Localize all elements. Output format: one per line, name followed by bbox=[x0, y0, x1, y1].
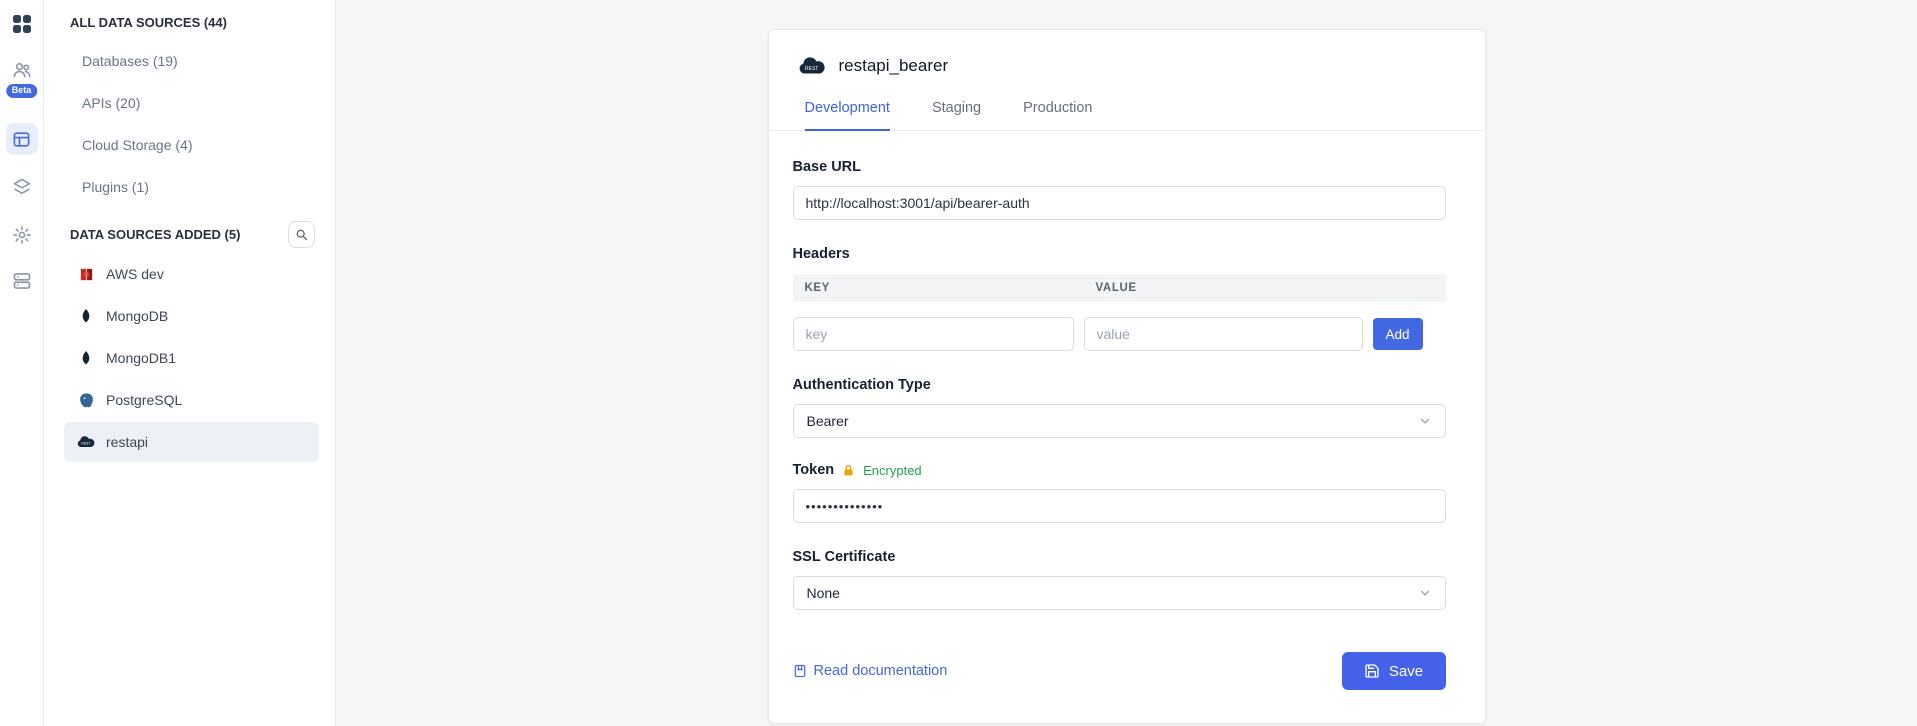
base-url-input[interactable] bbox=[793, 186, 1446, 220]
aws-icon bbox=[76, 266, 96, 283]
datasource-sidebar: ALL DATA SOURCES (44) Databases (19) API… bbox=[44, 0, 336, 726]
lock-icon bbox=[842, 464, 855, 477]
header-key-input[interactable] bbox=[793, 317, 1074, 351]
server-icon[interactable] bbox=[12, 271, 32, 291]
read-documentation-link[interactable]: Read documentation bbox=[793, 663, 948, 679]
form-footer: Read documentation Save bbox=[793, 652, 1446, 690]
ssl-certificate-select[interactable]: None bbox=[793, 576, 1446, 610]
encrypted-badge: Encrypted bbox=[863, 463, 922, 478]
datasource-label: AWS dev bbox=[106, 266, 164, 282]
search-icon bbox=[295, 228, 308, 241]
value-column-header: VALUE bbox=[1084, 282, 1137, 294]
save-label: Save bbox=[1389, 663, 1423, 680]
datasource-label: MongoDB1 bbox=[106, 350, 176, 366]
save-icon bbox=[1364, 663, 1380, 679]
sidebar-item-mongodb[interactable]: MongoDB bbox=[64, 296, 319, 336]
all-data-sources-title: ALL DATA SOURCES (44) bbox=[70, 15, 227, 30]
header-input-row: Add bbox=[793, 317, 1446, 351]
add-header-button[interactable]: Add bbox=[1373, 318, 1423, 350]
tab-staging[interactable]: Staging bbox=[932, 100, 981, 131]
postgresql-icon bbox=[76, 392, 96, 409]
chevron-down-icon bbox=[1418, 414, 1432, 428]
beta-badge: Beta bbox=[6, 84, 38, 98]
save-button[interactable]: Save bbox=[1342, 652, 1446, 690]
data-sources-added-header: DATA SOURCES ADDED (5) bbox=[44, 214, 335, 252]
auth-type-select[interactable]: Bearer bbox=[793, 404, 1446, 438]
sidebar-item-apis[interactable]: APIs (20) bbox=[44, 82, 335, 124]
apps-grid-icon[interactable] bbox=[12, 14, 32, 34]
sidebar-item-postgresql[interactable]: PostgreSQL bbox=[64, 380, 319, 420]
headers-label: Headers bbox=[793, 246, 1446, 262]
sidebar-item-cloud-storage[interactable]: Cloud Storage (4) bbox=[44, 124, 335, 166]
base-url-label: Base URL bbox=[793, 159, 1446, 175]
auth-type-value: Bearer bbox=[807, 413, 849, 429]
data-sources-nav-icon[interactable] bbox=[6, 123, 38, 155]
main-content: REST restapi_bearer Development Staging … bbox=[336, 0, 1917, 726]
restapi-icon: REST bbox=[797, 56, 827, 76]
gear-icon[interactable] bbox=[12, 225, 32, 245]
sidebar-item-databases[interactable]: Databases (19) bbox=[44, 40, 335, 82]
sidebar-item-restapi[interactable]: REST restapi bbox=[64, 422, 319, 462]
svg-text:REST: REST bbox=[81, 442, 90, 446]
restapi-icon: REST bbox=[76, 435, 96, 449]
token-input[interactable] bbox=[793, 489, 1446, 523]
datasource-label: restapi bbox=[106, 434, 148, 450]
datasource-label: MongoDB bbox=[106, 308, 168, 324]
layers-icon[interactable] bbox=[12, 177, 32, 197]
document-icon bbox=[793, 663, 807, 679]
card-header: REST restapi_bearer bbox=[769, 30, 1485, 76]
icon-rail: Beta bbox=[0, 0, 44, 726]
read-documentation-label: Read documentation bbox=[814, 663, 948, 679]
datasource-label: PostgreSQL bbox=[106, 392, 182, 408]
all-data-sources-header: ALL DATA SOURCES (44) bbox=[44, 2, 335, 40]
headers-table-head: KEY VALUE bbox=[793, 274, 1446, 302]
token-label-row: Token Encrypted bbox=[793, 462, 1446, 478]
search-button[interactable] bbox=[288, 221, 315, 248]
auth-type-label: Authentication Type bbox=[793, 377, 1446, 393]
ssl-value: None bbox=[807, 585, 840, 601]
header-value-input[interactable] bbox=[1084, 317, 1363, 351]
sidebar-item-mongodb1[interactable]: MongoDB1 bbox=[64, 338, 319, 378]
key-column-header: KEY bbox=[793, 282, 1084, 294]
page-title: restapi_bearer bbox=[839, 56, 949, 76]
data-sources-added-title: DATA SOURCES ADDED (5) bbox=[70, 227, 240, 242]
environment-tabs: Development Staging Production bbox=[769, 100, 1485, 131]
datasource-form: Base URL Headers KEY VALUE Add Authentic… bbox=[769, 131, 1485, 690]
users-icon[interactable] bbox=[12, 60, 32, 80]
sidebar-item-aws-dev[interactable]: AWS dev bbox=[64, 254, 319, 294]
datasource-config-card: REST restapi_bearer Development Staging … bbox=[768, 29, 1486, 724]
tab-development[interactable]: Development bbox=[805, 100, 890, 131]
chevron-down-icon bbox=[1418, 586, 1432, 600]
mongodb-icon bbox=[76, 308, 96, 324]
mongodb-icon bbox=[76, 350, 96, 366]
sidebar-item-plugins[interactable]: Plugins (1) bbox=[44, 166, 335, 208]
ssl-label: SSL Certificate bbox=[793, 549, 1446, 565]
tab-production[interactable]: Production bbox=[1023, 100, 1092, 131]
token-label: Token bbox=[793, 462, 835, 478]
svg-text:REST: REST bbox=[805, 66, 818, 72]
